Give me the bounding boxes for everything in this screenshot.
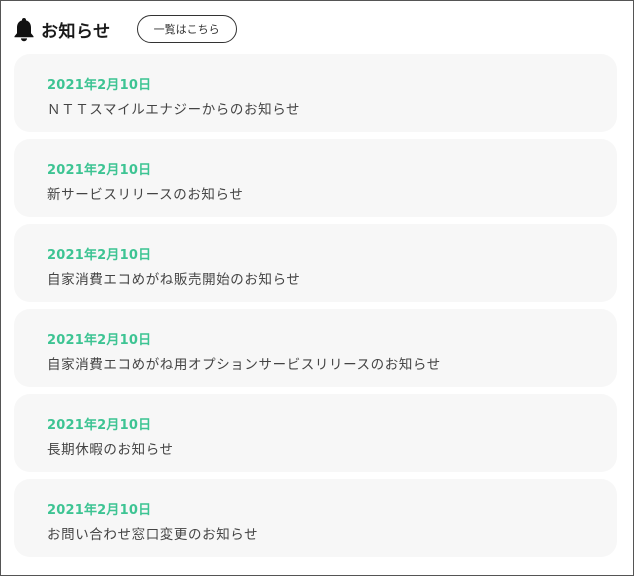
bell-icon (13, 16, 35, 42)
news-title: 長期休暇のお知らせ (47, 442, 174, 458)
news-date: 2021年2月10日 (47, 333, 152, 348)
news-item-2[interactable]: 2021年2月10日 新サービスリリースのお知らせ (14, 139, 617, 217)
news-item-1[interactable]: 2021年2月10日 ＮＴＴスマイルエナジーからのお知らせ (14, 54, 617, 132)
news-list: 2021年2月10日 ＮＴＴスマイルエナジーからのお知らせ 2021年2月10日… (14, 54, 617, 564)
news-panel: お知らせ 一覧はこちら 2021年2月10日 ＮＴＴスマイルエナジーからのお知ら… (0, 0, 634, 576)
news-item-4[interactable]: 2021年2月10日 自家消費エコめがね用オプションサービスリリースのお知らせ (14, 309, 617, 387)
news-header: お知らせ 一覧はこちら (13, 15, 237, 43)
news-title: 新サービスリリースのお知らせ (47, 187, 244, 203)
page-title: お知らせ (41, 21, 111, 42)
news-date: 2021年2月10日 (47, 78, 152, 93)
news-date: 2021年2月10日 (47, 248, 152, 263)
news-item-3[interactable]: 2021年2月10日 自家消費エコめがね販売開始のお知らせ (14, 224, 617, 302)
news-title: 自家消費エコめがね用オプションサービスリリースのお知らせ (47, 357, 441, 373)
news-date: 2021年2月10日 (47, 418, 152, 433)
news-title: ＮＴＴスマイルエナジーからのお知らせ (47, 102, 301, 118)
view-all-news-button[interactable]: 一覧はこちら (136, 15, 237, 43)
news-date: 2021年2月10日 (47, 503, 152, 518)
news-item-5[interactable]: 2021年2月10日 長期休暇のお知らせ (14, 394, 617, 472)
news-date: 2021年2月10日 (47, 163, 152, 178)
news-title: 自家消費エコめがね販売開始のお知らせ (47, 272, 301, 288)
news-title: お問い合わせ窓口変更のお知らせ (47, 527, 259, 543)
news-item-6[interactable]: 2021年2月10日 お問い合わせ窓口変更のお知らせ (14, 479, 617, 557)
